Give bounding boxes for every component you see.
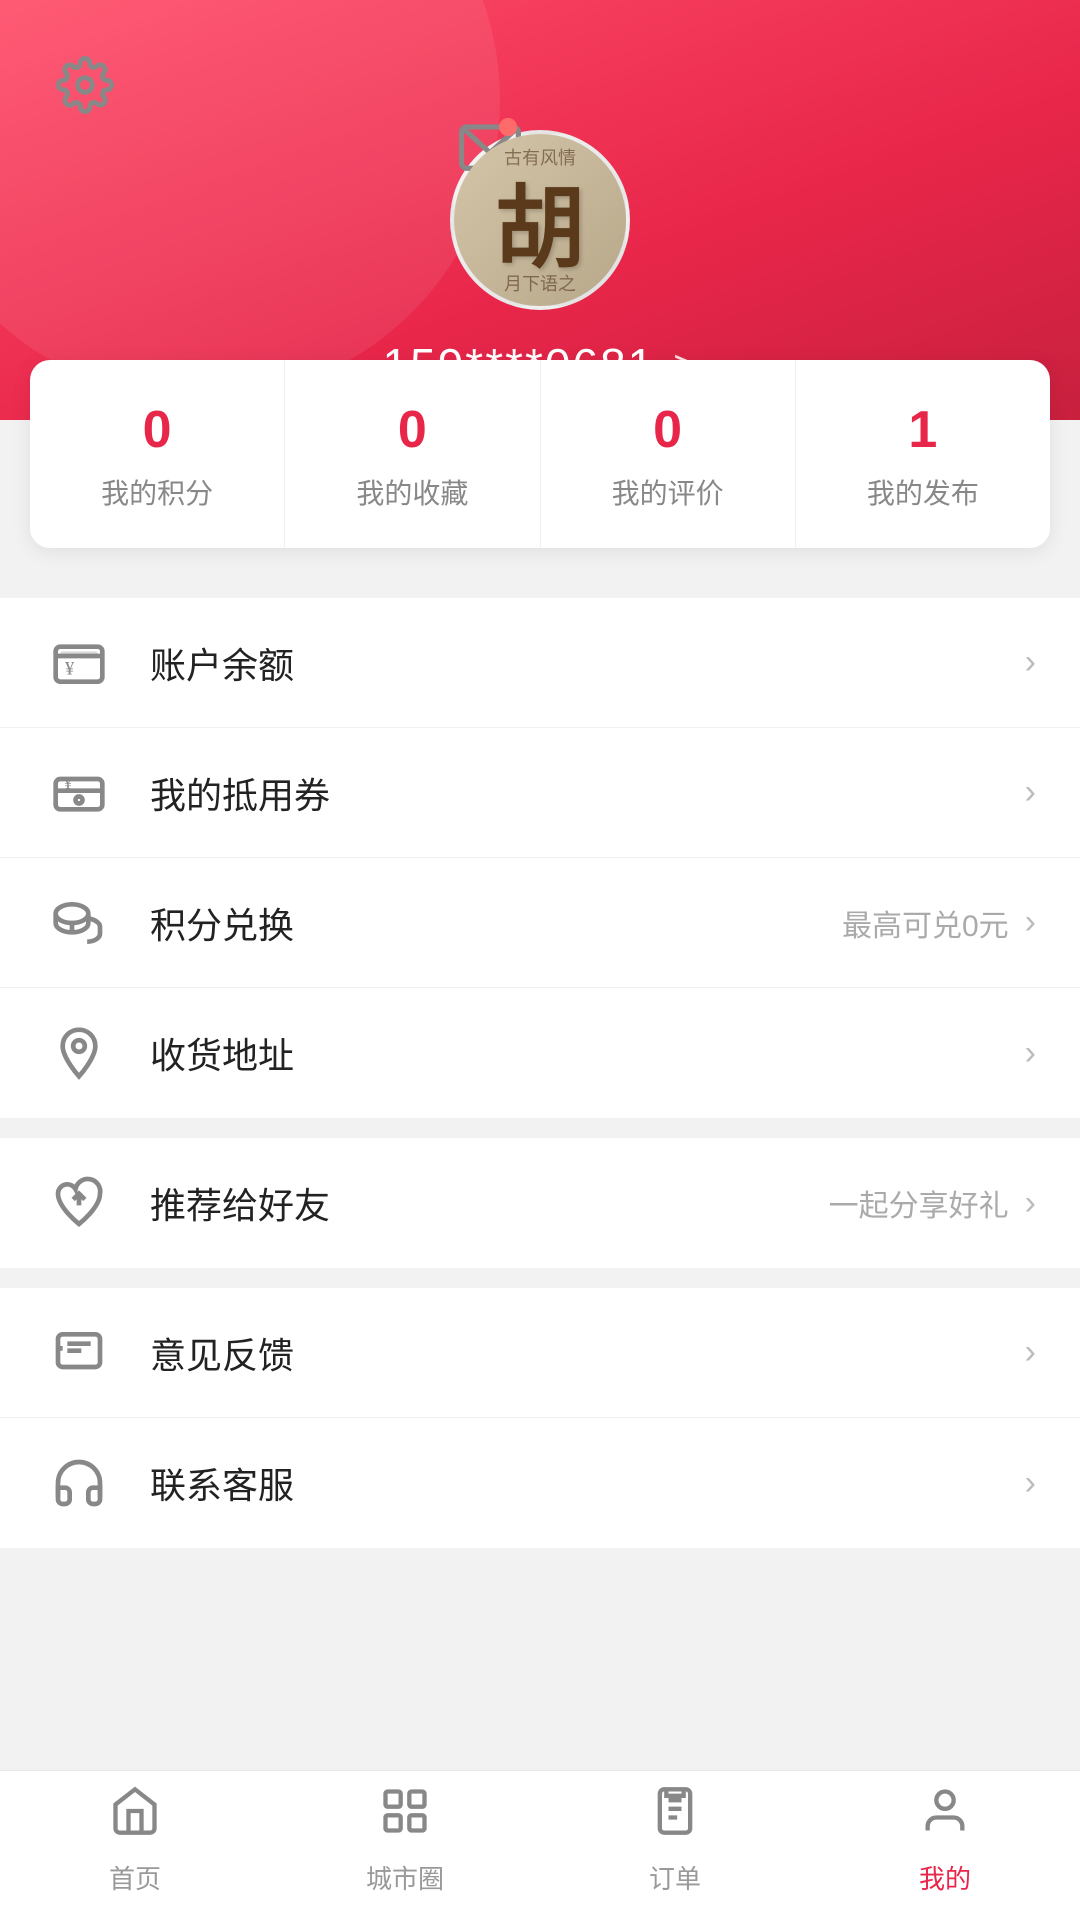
chevron-icon-3: ›: [1025, 903, 1036, 942]
menu-hint-points-exchange: 最高可兑0元: [842, 901, 1009, 945]
stat-published-label: 我的发布: [867, 472, 979, 512]
menu-item-feedback[interactable]: 意见反馈 ›: [0, 1288, 1080, 1418]
menu-item-account-balance[interactable]: ¥ 账户余额 ›: [0, 598, 1080, 728]
menu-item-recommend[interactable]: 推荐给好友 一起分享好礼 ›: [0, 1138, 1080, 1268]
wallet-icon: ¥: [44, 628, 114, 698]
stats-card: 0 我的积分 0 我的收藏 0 我的评价 1 我的发布: [30, 360, 1050, 548]
nav-label-mine: 我的: [919, 1859, 971, 1896]
nav-label-orders: 订单: [649, 1859, 701, 1896]
chevron-icon-5: ›: [1025, 1184, 1036, 1223]
chevron-icon: ›: [1025, 643, 1036, 682]
divider-2: [0, 1118, 1080, 1138]
menu-label-address: 收货地址: [150, 1027, 1025, 1079]
divider-1: [0, 578, 1080, 598]
avatar[interactable]: 胡 古有风情 月下语之: [450, 130, 630, 310]
menu-item-points-exchange[interactable]: 积分兑换 最高可兑0元 ›: [0, 858, 1080, 988]
coins-icon: [44, 888, 114, 958]
coupon-icon: ¥: [44, 758, 114, 828]
heart-gift-icon: [44, 1168, 114, 1238]
stat-favorites-label: 我的收藏: [356, 472, 468, 512]
stat-published[interactable]: 1 我的发布: [795, 360, 1050, 548]
chevron-icon-7: ›: [1025, 1464, 1036, 1503]
chevron-icon-6: ›: [1025, 1333, 1036, 1372]
feedback-icon: [44, 1318, 114, 1388]
menu-section-2: 推荐给好友 一起分享好礼 ›: [0, 1138, 1080, 1268]
stat-favorites-number: 0: [398, 404, 427, 456]
menu-section-3: 意见反馈 › 联系客服 ›: [0, 1288, 1080, 1548]
nav-item-city-circle[interactable]: 城市圈: [270, 1785, 540, 1906]
svg-text:¥: ¥: [65, 658, 75, 679]
svg-text:¥: ¥: [64, 773, 73, 792]
stat-reviews-number: 0: [653, 404, 682, 456]
stat-favorites[interactable]: 0 我的收藏: [284, 360, 539, 548]
stat-points-number: 0: [143, 404, 172, 456]
stat-points[interactable]: 0 我的积分: [30, 360, 284, 548]
nav-label-city-circle: 城市圈: [366, 1859, 444, 1896]
menu-label-recommend: 推荐给好友: [150, 1177, 829, 1229]
avatar-char: 胡: [495, 155, 585, 285]
menu-section-1: ¥ 账户余额 › ¥ 我的抵用券 › 积分兑换 最: [0, 598, 1080, 1118]
mine-icon: [919, 1785, 971, 1849]
menu-hint-recommend: 一起分享好礼: [829, 1181, 1009, 1225]
chevron-icon-4: ›: [1025, 1034, 1036, 1073]
menu-item-address[interactable]: 收货地址 ›: [0, 988, 1080, 1118]
chevron-icon-2: ›: [1025, 773, 1036, 812]
stat-published-number: 1: [908, 404, 937, 456]
stat-reviews-label: 我的评价: [612, 472, 724, 512]
menu-label-customer-service: 联系客服: [150, 1457, 1025, 1509]
stat-reviews[interactable]: 0 我的评价: [540, 360, 795, 548]
hero-section: 胡 古有风情 月下语之 159****0681 >: [0, 0, 1080, 420]
bottom-spacer: [0, 1548, 1080, 1748]
menu-label-points-exchange: 积分兑换: [150, 897, 842, 949]
settings-button[interactable]: [50, 50, 120, 120]
divider-3: [0, 1268, 1080, 1288]
bottom-nav: 首页 城市圈 订单 我的: [0, 1770, 1080, 1920]
city-circle-icon: [379, 1785, 431, 1849]
menu-item-customer-service[interactable]: 联系客服 ›: [0, 1418, 1080, 1548]
orders-icon: [649, 1785, 701, 1849]
menu-label-voucher: 我的抵用券: [150, 767, 1025, 819]
menu-label-feedback: 意见反馈: [150, 1327, 1025, 1379]
menu-label-account-balance: 账户余额: [150, 637, 1025, 689]
menu-item-voucher[interactable]: ¥ 我的抵用券 ›: [0, 728, 1080, 858]
nav-item-mine[interactable]: 我的: [810, 1785, 1080, 1906]
nav-item-orders[interactable]: 订单: [540, 1785, 810, 1906]
stat-points-label: 我的积分: [101, 472, 213, 512]
headset-icon: [44, 1448, 114, 1518]
nav-item-home[interactable]: 首页: [0, 1785, 270, 1906]
location-icon: [44, 1018, 114, 1088]
nav-label-home: 首页: [109, 1859, 161, 1896]
home-icon: [109, 1785, 161, 1849]
